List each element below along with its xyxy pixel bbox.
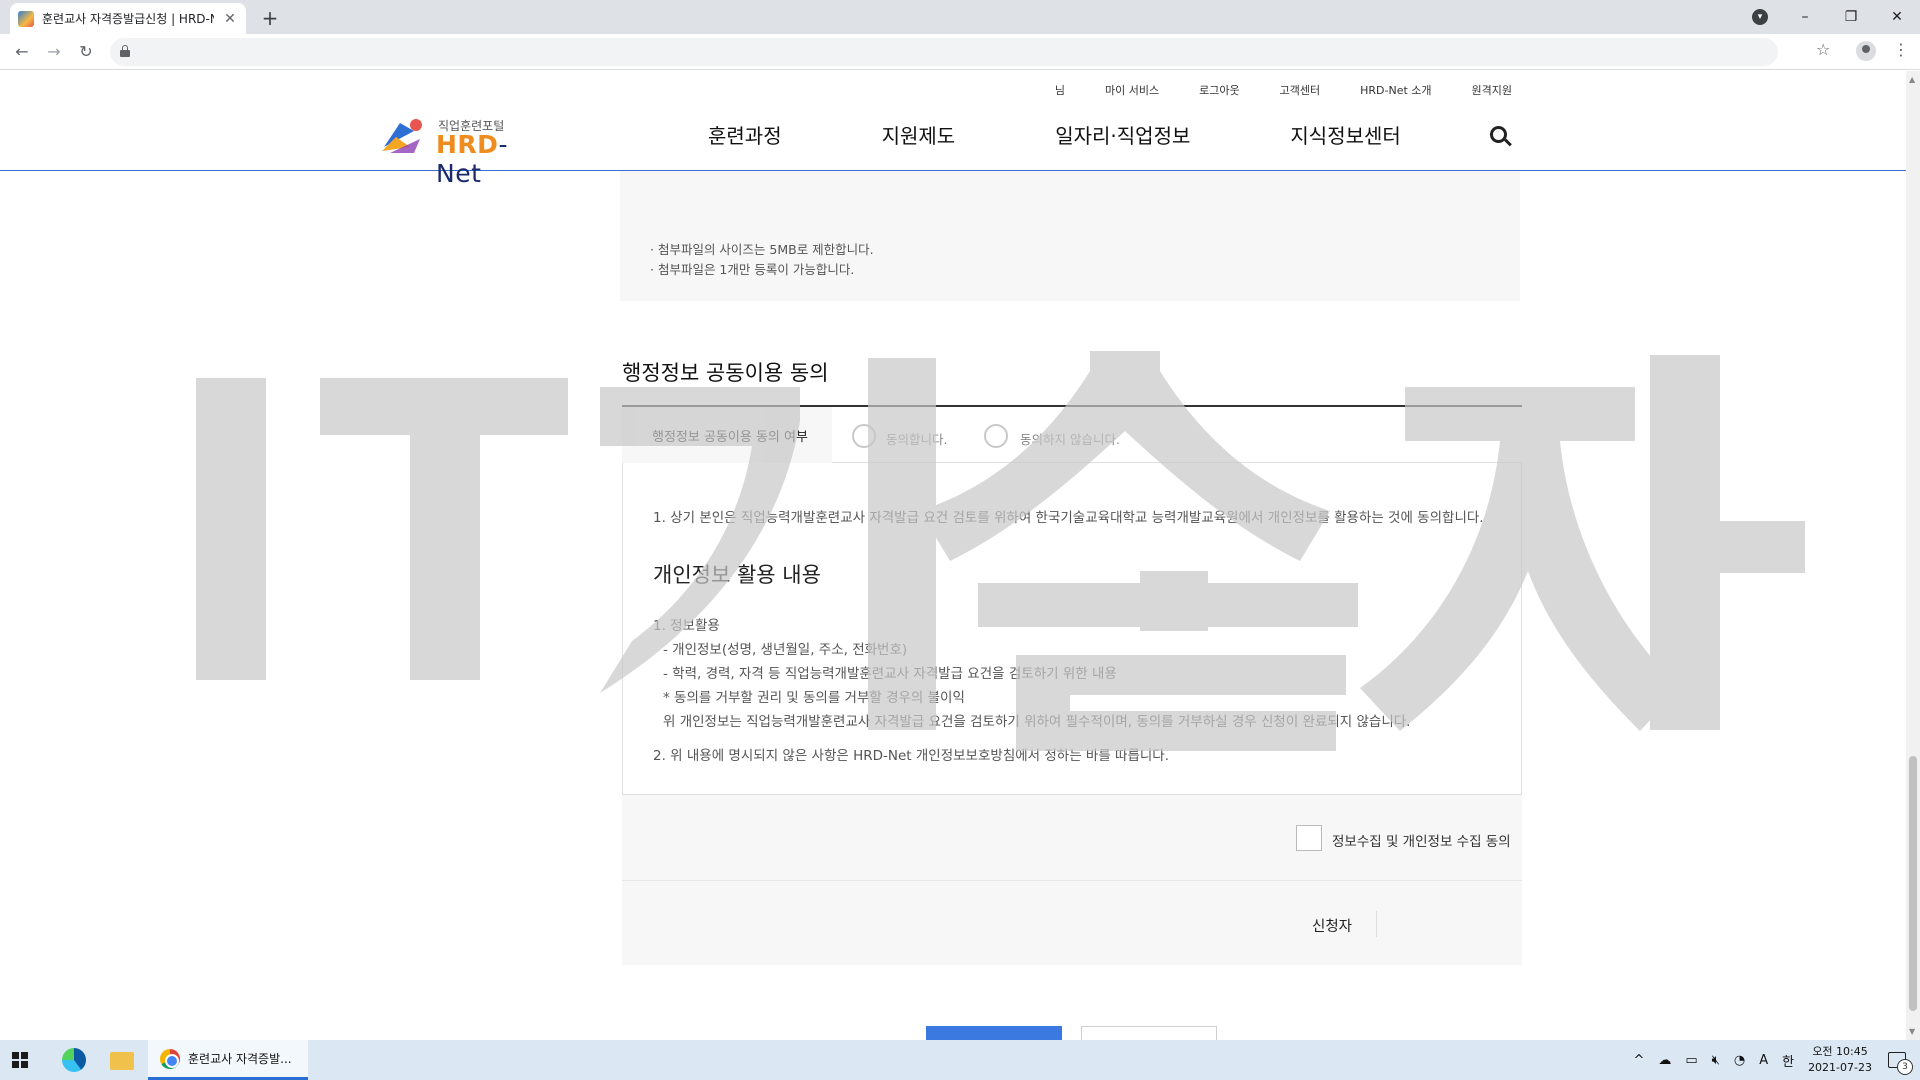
agree-radio[interactable] <box>852 424 876 448</box>
logout-link[interactable]: 로그아웃 <box>1199 82 1239 98</box>
taskbar-chrome-button[interactable]: 훈련교사 자격증발... <box>148 1040 308 1080</box>
taskbar-chrome-label: 훈련교사 자격증발... <box>188 1052 292 1066</box>
account-icon[interactable] <box>1856 41 1876 61</box>
about-hrd-link[interactable]: HRD-Net 소개 <box>1360 82 1431 98</box>
notice-line: · 첨부파일은 1개만 등록이 가능합니다. <box>650 262 855 277</box>
page-scrollbar[interactable]: ▲ ▼ <box>1906 71 1920 1040</box>
utility-links: 님 마이 서비스 로그아웃 고객센터 HRD-Net 소개 원격지원 <box>1055 82 1512 98</box>
terms-item: * 동의를 거부할 권리 및 동의를 거부할 경우의 불이익 <box>663 690 965 706</box>
customer-center-link[interactable]: 고객센터 <box>1280 82 1320 98</box>
lock-icon[interactable] <box>120 45 130 57</box>
ime-hangul-indicator[interactable]: 한 <box>1782 1051 1794 1070</box>
web-page: 님 마이 서비스 로그아웃 고객센터 HRD-Net 소개 원격지원 직업훈련포… <box>0 71 1906 1040</box>
main-navigation: 훈련과정 지원제도 일자리·직업정보 지식정보센터 <box>708 120 1401 149</box>
minimize-button[interactable]: – <box>1782 0 1828 34</box>
taskbar-clock[interactable]: 오전 10:45 2021-07-23 <box>1808 1044 1872 1076</box>
scroll-thumb[interactable] <box>1909 756 1917 1011</box>
nav-training-courses[interactable]: 훈련과정 <box>708 120 782 149</box>
system-tray: ^ ☁ ▭ 🔇︎ ◔ A 한 오전 10:45 2021-07-23 <box>1633 1040 1920 1080</box>
network-icon[interactable]: ◔ <box>1734 1053 1745 1068</box>
terms-item: 1. 정보활용 <box>653 618 720 634</box>
nav-knowledge-center[interactable]: 지식정보센터 <box>1290 120 1400 149</box>
privacy-agree-label[interactable]: 정보수집 및 개인정보 수집 동의 <box>1332 830 1511 850</box>
privacy-terms-box: 1. 상기 본인은 직업능력개발훈련교사 자격발급 요건 검토를 위하여 한국기… <box>622 463 1522 795</box>
windows-start-icon[interactable] <box>12 1052 28 1068</box>
remote-support-link[interactable]: 원격지원 <box>1472 82 1512 98</box>
scroll-up-icon[interactable]: ▲ <box>1909 75 1915 84</box>
browser-tab[interactable]: 훈련교사 자격증발급신청 | HRD-Net ✕ <box>10 3 246 34</box>
edge-icon[interactable] <box>62 1048 86 1072</box>
terms-item: 위 개인정보는 직업능력개발훈련교사 자격발급 요건을 검토하기 위하여 필수적… <box>663 714 1411 730</box>
privacy-agree-checkbox[interactable] <box>1296 825 1322 851</box>
terms-consent-statement: 1. 상기 본인은 직업능력개발훈련교사 자격발급 요건 검토를 위하여 한국기… <box>653 510 1484 526</box>
reload-icon[interactable]: ↻ <box>74 40 98 64</box>
new-tab-button[interactable]: + <box>258 6 282 30</box>
hrd-net-logo[interactable]: 직업훈련포털 HRD-Net <box>380 115 550 188</box>
ime-mode-indicator[interactable]: A <box>1759 1053 1768 1068</box>
terms-item: 2. 위 내용에 명시되지 않은 사항은 HRD-Net 개인정보보호방침에서 … <box>653 748 1170 764</box>
clock-date: 2021-07-23 <box>1808 1061 1872 1074</box>
tab-search-icon[interactable]: ▾ <box>1752 9 1768 25</box>
hrd-logo-mark-icon <box>382 119 422 153</box>
attachment-notice: · 첨부파일의 사이즈는 5MB로 제한합니다. · 첨부파일은 1개만 등록이… <box>620 171 1520 301</box>
show-hidden-icons-icon[interactable]: ^ <box>1633 1053 1644 1068</box>
terms-item: - 학력, 경력, 자격 등 직업능력개발훈련교사 자격발급 요건을 검토하기 … <box>663 666 1117 682</box>
browser-tab-bar: 훈련교사 자격증발급신청 | HRD-Net ✕ + ▾ – ❐ ✕ <box>0 0 1920 34</box>
onedrive-icon[interactable]: ☁ <box>1658 1053 1671 1068</box>
site-header: 님 마이 서비스 로그아웃 고객센터 HRD-Net 소개 원격지원 직업훈련포… <box>0 71 1906 188</box>
clock-time: 오전 10:45 <box>1812 1045 1868 1058</box>
logo-text: HRD-Net <box>436 130 508 188</box>
search-icon[interactable] <box>1490 126 1512 148</box>
agree-row: 정보수집 및 개인정보 수집 동의 <box>622 795 1522 881</box>
scroll-down-icon[interactable]: ▼ <box>1909 1027 1915 1036</box>
address-bar[interactable] <box>110 38 1778 66</box>
applicant-label: 신청자 <box>1312 919 1353 935</box>
chrome-icon <box>160 1048 180 1069</box>
my-service-link[interactable]: 마이 서비스 <box>1105 82 1159 98</box>
applicant-row: 신청자 <box>622 881 1522 965</box>
back-icon[interactable]: ← <box>10 40 34 64</box>
consent-row: 행정정보 공동이용 동의 여부 동의합니다. 동의하지 않습니다. <box>622 405 1522 463</box>
battery-icon[interactable]: ▭ <box>1685 1053 1697 1068</box>
file-explorer-icon[interactable] <box>110 1052 134 1070</box>
nav-job-info[interactable]: 일자리·직업정보 <box>1055 120 1190 149</box>
restore-button[interactable]: ❐ <box>1828 0 1874 34</box>
notification-center-icon[interactable] <box>1888 1052 1913 1075</box>
browser-menu-icon[interactable]: ⋮ <box>1893 40 1909 59</box>
terms-heading: 개인정보 활용 내용 <box>653 563 821 587</box>
agree-radio-label[interactable]: 동의합니다. <box>886 429 947 448</box>
consent-row-label: 행정정보 공동이용 동의 여부 <box>622 407 832 463</box>
speaker-muted-icon[interactable]: 🔇︎ <box>1712 1053 1720 1068</box>
terms-item: - 개인정보(성명, 생년월일, 주소, 전화번호) <box>663 642 908 658</box>
close-window-button[interactable]: ✕ <box>1874 0 1920 34</box>
hrd-favicon-icon <box>18 10 34 27</box>
notice-line: · 첨부파일의 사이즈는 5MB로 제한합니다. <box>650 242 874 257</box>
tab-title: 훈련교사 자격증발급신청 | HRD-Net <box>42 12 214 26</box>
disagree-radio-label[interactable]: 동의하지 않습니다. <box>1020 429 1120 448</box>
divider <box>1376 911 1377 937</box>
list-button[interactable]: 목록 <box>1081 1026 1217 1040</box>
apply-button[interactable]: 신청 <box>926 1026 1062 1040</box>
disagree-radio[interactable] <box>984 424 1008 448</box>
section-title: 행정정보 공동이용 동의 <box>622 361 829 385</box>
user-greeting: 님 <box>1054 84 1066 97</box>
windows-taskbar: 훈련교사 자격증발... ^ ☁ ▭ 🔇︎ ◔ A 한 오전 10:45 202… <box>0 1040 1920 1080</box>
forward-icon[interactable]: → <box>42 40 66 64</box>
browser-toolbar: ← → ↻ <box>0 34 1920 70</box>
bookmark-star-icon[interactable]: ☆ <box>1816 40 1830 59</box>
tab-close-icon[interactable]: ✕ <box>222 11 238 27</box>
nav-support-system[interactable]: 지원제도 <box>882 120 956 149</box>
